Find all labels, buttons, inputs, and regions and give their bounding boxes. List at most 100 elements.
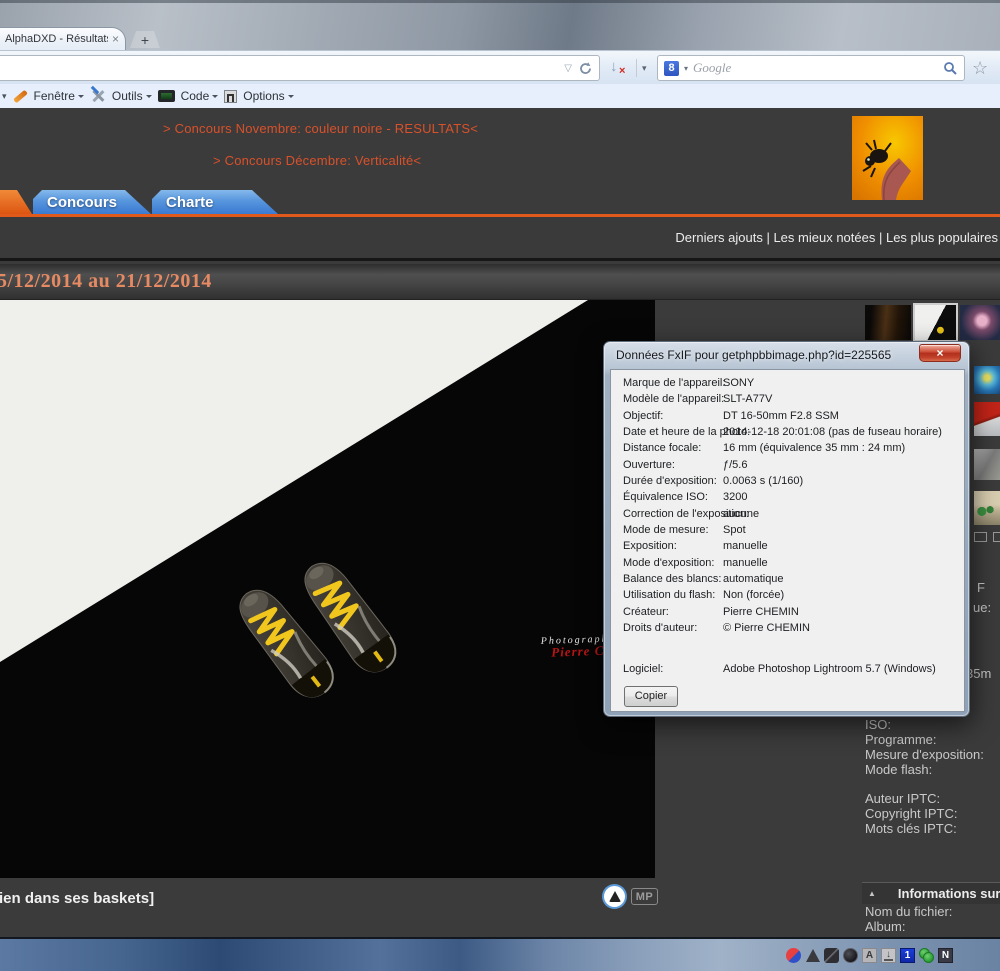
sidebar-iptc-fields: Auteur IPTC:Copyright IPTC:Mots clés IPT… xyxy=(865,791,1000,836)
options-ruler-icon xyxy=(224,90,237,103)
dialog-software-row: Logiciel: Adobe Photoshop Lightroom 5.7 … xyxy=(611,663,964,679)
search-input[interactable]: Google xyxy=(693,60,938,76)
sidebar-field-label: Mode flash: xyxy=(865,762,1000,777)
sync-green-tray-icon[interactable] xyxy=(919,948,934,963)
tab-close-icon[interactable]: × xyxy=(112,33,119,45)
n-badge-tray-icon[interactable]: N xyxy=(938,948,953,963)
dialog-field-label: Mode d'exposition: xyxy=(611,557,723,573)
gallery-nav-bar: Derniers ajouts Les mieux notées Les plu… xyxy=(0,217,1000,261)
dialog-field-value: DT 16-50mm F2.8 SSM xyxy=(723,410,839,426)
devbar-menu-options[interactable]: Options xyxy=(243,89,293,103)
dialog-field-value: Non (forcée) xyxy=(723,589,784,605)
reload-icon[interactable] xyxy=(578,61,593,76)
site-tabs-row: Concours Charte xyxy=(0,190,1000,214)
alphadxd-logo-icon[interactable] xyxy=(604,886,625,907)
tab-concours[interactable]: Concours xyxy=(33,190,151,214)
dialog-field-value: Pierre CHEMIN xyxy=(723,606,799,622)
thumbnail-group-people[interactable] xyxy=(974,491,1000,525)
thumbnail-grayscale[interactable] xyxy=(974,449,1000,480)
downloads-button[interactable]: ↓ × xyxy=(608,58,632,78)
dialog-field-label: Marque de l'appareil: xyxy=(611,377,723,393)
sneakers-photo-subject xyxy=(192,520,427,770)
toolbar-separator xyxy=(636,59,637,77)
dialog-close-button[interactable]: × xyxy=(919,344,961,362)
user-avatar-spider-photo[interactable] xyxy=(852,116,923,200)
dialog-row: Durée d'exposition: 0.0063 s (1/160) xyxy=(611,475,964,491)
announcement-link-decembre[interactable]: > Concours Décembre: Verticalité< xyxy=(213,153,421,168)
alpha-glyph xyxy=(609,891,621,902)
dialog-row: Objectif: DT 16-50mm F2.8 SSM xyxy=(611,410,964,426)
thumbnail-red-car[interactable] xyxy=(974,402,1000,436)
sidebar-field-label: Auteur IPTC: xyxy=(865,791,1000,806)
private-message-badge[interactable]: MP xyxy=(631,888,658,905)
copy-button[interactable]: Copier xyxy=(624,686,678,707)
bookmark-star-icon[interactable]: ☆ xyxy=(972,58,988,79)
file-info-header[interactable]: ▲ Informations sur xyxy=(862,882,1000,904)
ccleaner-tray-icon[interactable] xyxy=(786,948,801,963)
dialog-row: Distance focale: 16 mm (équivalence 35 m… xyxy=(611,442,964,458)
thumbnail-abstract[interactable] xyxy=(974,366,1000,394)
dialog-field-label: Droits d'auteur: xyxy=(611,622,723,638)
search-magnifier-icon[interactable] xyxy=(943,61,958,76)
globe-tray-icon[interactable] xyxy=(843,948,858,963)
a-badge-tray-icon[interactable]: A xyxy=(862,948,877,963)
devbar-left-fragment-icon[interactable]: ▾ xyxy=(2,91,7,102)
dialog-field-value: SONY xyxy=(723,377,754,393)
dialog-field-label: Balance des blancs: xyxy=(611,573,723,589)
tab-orange-fragment[interactable] xyxy=(0,190,32,214)
dialog-titlebar[interactable]: Données FxIF pour getphpbbimage.php?id=2… xyxy=(604,342,969,369)
dialog-field-value: SLT-A77V xyxy=(723,393,772,409)
windows-taskbar[interactable]: A ↓ 1 N xyxy=(0,937,1000,971)
photo-title-caption: ien dans ses baskets] xyxy=(0,890,154,907)
sidebar-field-label: ISO: xyxy=(865,717,1000,732)
new-tab-button[interactable]: + xyxy=(130,31,160,48)
downloads-dropdown-icon[interactable]: ▾ xyxy=(642,63,647,74)
slideshow-icon[interactable] xyxy=(974,532,987,542)
dialog-field-label: Utilisation du flash: xyxy=(611,589,723,605)
dialog-row: Droits d'auteur: © Pierre CHEMIN xyxy=(611,622,964,638)
dialog-field-label: Distance focale: xyxy=(611,442,723,458)
exif-label-fragment: ue: xyxy=(973,600,991,615)
dialog-field-value: 0.0063 s (1/160) xyxy=(723,475,803,491)
dark-app-tray-icon[interactable] xyxy=(824,948,839,963)
devbar-menu-code[interactable]: Code xyxy=(181,89,219,103)
dialog-field-label: Modèle de l'appareil: xyxy=(611,393,723,409)
devbar-menu-tools[interactable]: Outils xyxy=(112,89,152,103)
dialog-title: Données FxIF pour getphpbbimage.php?id=2… xyxy=(616,348,891,362)
search-engine-icon[interactable]: 8 xyxy=(664,61,679,76)
search-box[interactable]: 8 ▾ Google xyxy=(657,55,965,81)
one-badge-tray-icon[interactable]: 1 xyxy=(900,948,915,963)
dialog-row: Balance des blancs: automatique xyxy=(611,573,964,589)
dialog-field-value: 2014-12-18 20:01:08 (pas de fuseau horai… xyxy=(723,426,942,442)
thumbnail-stage-photo[interactable] xyxy=(865,305,911,340)
dialog-field-value: Adobe Photoshop Lightroom 5.7 (Windows) xyxy=(723,663,936,679)
sidebar-exif-fields: ISO:Programme:Mesure d'exposition:Mode f… xyxy=(865,717,1000,777)
dialog-row: Créateur: Pierre CHEMIN xyxy=(611,606,964,622)
search-engine-dropdown-icon[interactable]: ▾ xyxy=(684,64,688,73)
dialog-field-value: manuelle xyxy=(723,557,768,573)
dialog-field-label: Objectif: xyxy=(611,410,723,426)
devbar-menu-window[interactable]: Fenêtre xyxy=(34,89,84,103)
dialog-row: Date et heure de la photo: 2014-12-18 20… xyxy=(611,426,964,442)
collapse-arrow-icon[interactable]: ▲ xyxy=(868,889,876,898)
dialog-row: Correction de l'exposition: aucune xyxy=(611,508,964,524)
tab-charte[interactable]: Charte xyxy=(152,190,278,214)
sidebar-field-label: Copyright IPTC: xyxy=(865,806,1000,821)
thumbnail-sneakers-selected[interactable] xyxy=(915,305,956,340)
dialog-field-label: Date et heure de la photo: xyxy=(611,426,723,442)
dialog-field-label: Ouverture: xyxy=(611,459,723,475)
address-bar[interactable]: ▽ xyxy=(0,55,600,81)
dialog-field-label: Exposition: xyxy=(611,540,723,556)
dialog-field-value: 3200 xyxy=(723,491,747,507)
gallery-nav-link[interactable]: Les plus populaires xyxy=(875,230,998,245)
gallery-nav-link[interactable]: Les mieux notées xyxy=(763,230,876,245)
dialog-row: Utilisation du flash: Non (forcée) xyxy=(611,589,964,605)
announcement-link-novembre[interactable]: > Concours Novembre: couleur noire - RES… xyxy=(163,121,478,136)
thumbnail-dancer-photo[interactable] xyxy=(960,305,1000,340)
clipped-toolbar-icon[interactable] xyxy=(993,532,1000,542)
download-tray-icon[interactable]: ↓ xyxy=(881,948,896,963)
gallery-nav-link[interactable]: Derniers ajouts xyxy=(675,230,762,245)
browser-tab[interactable]: AlphaDXD - Résultats ... × xyxy=(0,27,126,50)
pyramid-tray-icon[interactable] xyxy=(805,948,820,963)
urlbar-dropdown-icon[interactable]: ▽ xyxy=(564,63,572,74)
